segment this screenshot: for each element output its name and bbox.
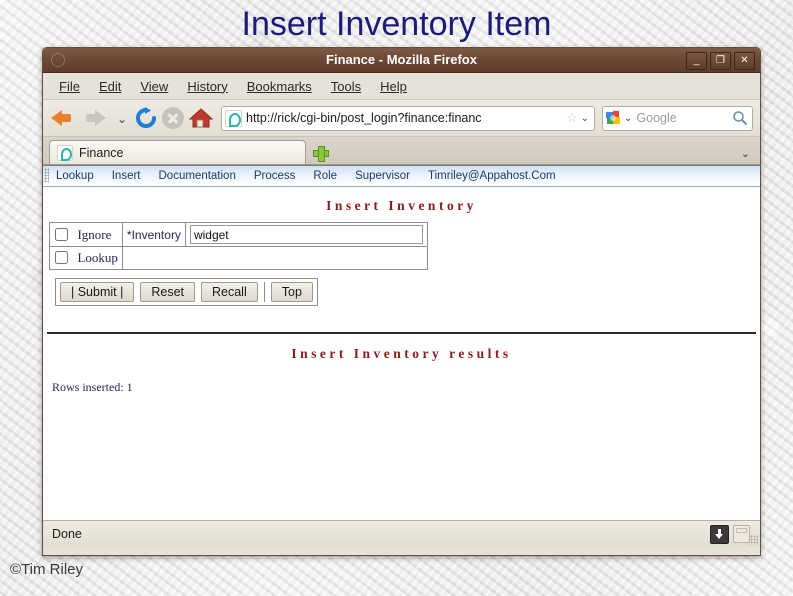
app-navigation-bar: Lookup Insert Documentation Process Role…	[43, 166, 760, 187]
menu-item-file[interactable]: File	[51, 76, 88, 97]
inventory-input-cell[interactable]	[184, 222, 428, 247]
menu-label-history: History	[187, 78, 228, 94]
table-row: Ignore *Inventory	[49, 222, 428, 247]
insert-form: Ignore *Inventory Lookup	[43, 214, 760, 306]
finance-favicon-icon	[57, 144, 73, 161]
url-text[interactable]: http://rick/cgi-bin/post_login?finance:f…	[246, 111, 563, 125]
window-controls: _ ❐ ✕	[686, 52, 755, 70]
window-title: Finance - Mozilla Firefox	[326, 52, 477, 67]
app-nav-supervisor[interactable]: Supervisor	[346, 170, 419, 182]
menu-item-bookmarks[interactable]: Bookmarks	[239, 76, 320, 97]
maximize-button[interactable]: ❐	[710, 52, 731, 70]
lookup-checkbox-cell[interactable]: Lookup	[49, 246, 123, 270]
lookup-label: Lookup	[77, 249, 118, 265]
url-bar[interactable]: http://rick/cgi-bin/post_login?finance:f…	[221, 105, 595, 131]
menu-item-help[interactable]: Help	[372, 76, 415, 97]
app-nav-insert[interactable]: Insert	[103, 170, 150, 182]
status-text: Done	[52, 527, 82, 541]
app-nav-user-email[interactable]: Timriley@Appahost.Com	[419, 170, 565, 182]
browser-titlebar: Finance - Mozilla Firefox _ ❐ ✕	[43, 48, 760, 73]
inventory-field-label: *Inventory	[126, 227, 181, 242]
page-title: Insert Inventory Item	[241, 5, 552, 43]
lookup-checkbox[interactable]	[55, 251, 68, 265]
results-heading: Insert Inventory results	[291, 346, 512, 361]
results-message: Rows inserted: 1	[52, 380, 133, 394]
home-icon[interactable]	[188, 106, 214, 130]
reload-icon[interactable]	[134, 106, 158, 130]
url-chevron-down-icon[interactable]: ⌄	[581, 113, 591, 124]
empty-cell	[121, 246, 428, 270]
inventory-input[interactable]	[189, 225, 423, 244]
page-icon[interactable]	[733, 525, 750, 543]
menu-item-view[interactable]: View	[132, 76, 176, 97]
menu-item-edit[interactable]: Edit	[91, 76, 129, 97]
ignore-checkbox-cell[interactable]: Ignore	[49, 222, 123, 247]
menu-label-view: View	[140, 78, 169, 94]
submit-button[interactable]: | Submit |	[60, 282, 135, 302]
inventory-label-cell: *Inventory	[121, 222, 186, 247]
tab-strip: Finance ⌄	[43, 137, 760, 165]
menu-label-help: Help	[380, 78, 407, 94]
form-button-row: | Submit | Reset Recall Top	[55, 278, 318, 306]
menu-label-edit: Edit	[98, 78, 122, 94]
resize-grip[interactable]	[750, 535, 758, 545]
minimize-button[interactable]: _	[686, 52, 707, 70]
search-bar[interactable]: ⌄ Google	[602, 105, 753, 131]
menu-label-file: File	[59, 78, 80, 94]
button-separator	[263, 282, 265, 302]
back-arrow-icon[interactable]	[50, 105, 78, 131]
new-tab-button[interactable]	[306, 141, 334, 164]
reset-button[interactable]: Reset	[140, 282, 195, 302]
ignore-label: Ignore	[77, 226, 112, 242]
menu-item-history[interactable]: History	[179, 76, 235, 97]
app-nav-lookup[interactable]: Lookup	[47, 170, 103, 182]
star-icon[interactable]: ☆	[563, 110, 581, 126]
table-row: Lookup	[49, 246, 428, 270]
menu-item-tools[interactable]: Tools	[323, 76, 369, 97]
tab-finance[interactable]: Finance	[49, 140, 306, 164]
navigation-toolbar: ⌄ http://rick/cgi-bin/post_login?finance…	[43, 100, 760, 137]
app-nav-documentation[interactable]: Documentation	[150, 170, 245, 182]
page-content: Lookup Insert Documentation Process Role…	[43, 165, 760, 520]
status-bar: Done	[43, 520, 760, 547]
tab-label: Finance	[79, 145, 124, 160]
primary-button-group: | Submit | Reset Recall	[60, 282, 258, 302]
download-icon[interactable]	[710, 524, 729, 544]
section-divider	[47, 332, 756, 334]
tab-list-chevron-down-icon[interactable]: ⌄	[741, 147, 750, 160]
menu-label-bookmarks: Bookmarks	[246, 78, 312, 94]
recall-button[interactable]: Recall	[201, 282, 258, 302]
form-heading: Insert Inventory	[326, 198, 477, 213]
top-button[interactable]: Top	[270, 282, 313, 302]
form-table: Ignore *Inventory Lookup	[49, 222, 428, 270]
app-nav-process[interactable]: Process	[245, 170, 305, 182]
close-button[interactable]: ✕	[734, 52, 755, 70]
forward-arrow-icon[interactable]	[82, 105, 110, 131]
url-favicon-icon	[225, 109, 242, 127]
copyright-text: ©Tim Riley	[10, 561, 83, 578]
magnifier-icon[interactable]	[732, 110, 748, 126]
google-icon[interactable]	[606, 110, 622, 126]
ignore-checkbox[interactable]	[55, 227, 68, 241]
menu-label-tools: Tools	[330, 78, 362, 94]
history-dropdown-chevron-down-icon[interactable]: ⌄	[114, 105, 130, 131]
search-input[interactable]: Google	[636, 111, 732, 125]
search-engine-chevron-down-icon[interactable]: ⌄	[622, 113, 636, 124]
plus-icon	[313, 145, 329, 162]
browser-window: Finance - Mozilla Firefox _ ❐ ✕ File Edi…	[42, 47, 761, 556]
app-nav-role[interactable]: Role	[304, 170, 346, 182]
menu-bar: File Edit View History Bookmarks Tools H…	[43, 73, 760, 100]
stop-icon	[162, 107, 184, 129]
